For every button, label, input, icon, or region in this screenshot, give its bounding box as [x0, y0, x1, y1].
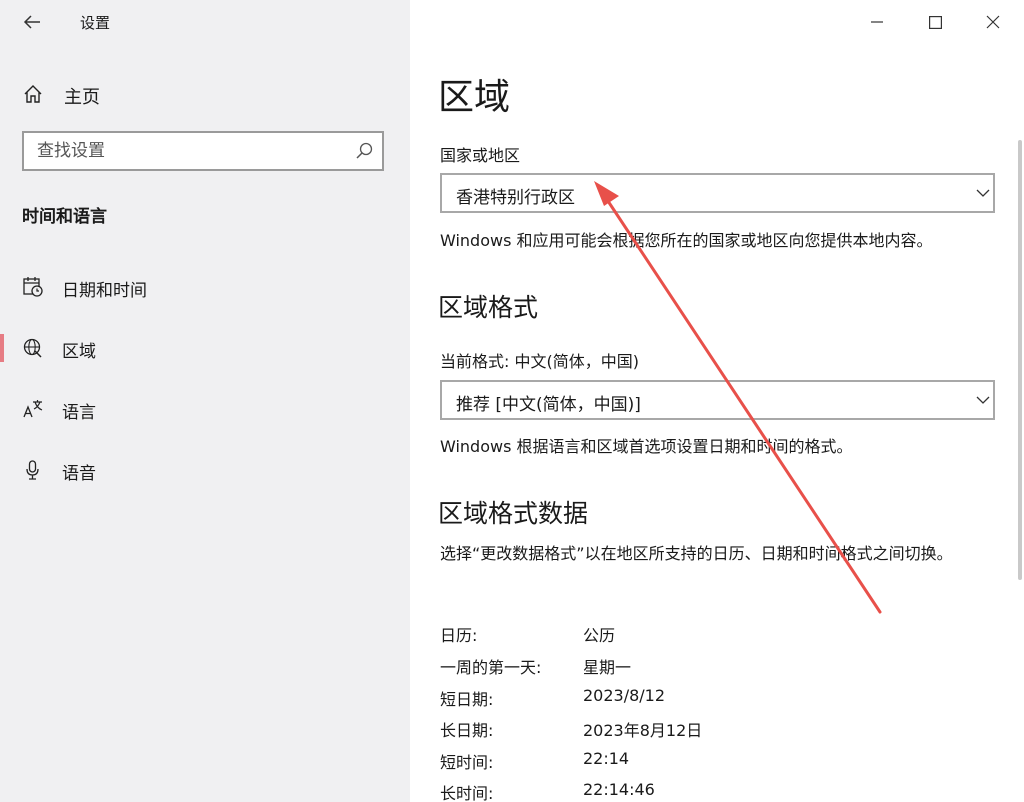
home-icon [24, 85, 42, 103]
row-key: 一周的第一天: [440, 658, 542, 677]
selection-indicator [0, 334, 4, 362]
main-content: 区域 国家或地区 香港特别行政区 Windows 和应用可能会根据您所在的国家或… [410, 0, 1024, 802]
globe-region-icon [23, 338, 42, 358]
sidebar: 设置 主页 时间和语言 日期和时间 [0, 0, 410, 802]
row-value: 星期一 [583, 658, 632, 677]
row-value: 22:14 [583, 749, 630, 768]
format-section-title: 区域格式 [438, 293, 539, 322]
back-button[interactable] [14, 6, 50, 38]
short-time-row: 短时间: 22:14 [440, 749, 1000, 779]
country-description: Windows 和应用可能会根据您所在的国家或地区向您提供本地内容。 [440, 231, 933, 250]
search-icon[interactable] [354, 141, 374, 161]
row-value: 2023年8月12日 [583, 721, 703, 740]
sidebar-item-date-time[interactable]: 日期和时间 [0, 265, 410, 309]
close-icon [986, 15, 1000, 29]
row-key: 长时间: [440, 784, 494, 802]
language-icon [23, 400, 43, 418]
format-value: 推荐 [中文(简体，中国)] [456, 395, 641, 415]
format-data-description: 选择“更改数据格式”以在地区所支持的日历、日期和时间格式之间切换。 [440, 544, 953, 563]
search-box[interactable] [22, 131, 384, 171]
current-format-label: 当前格式: 中文(简体，中国) [440, 352, 639, 371]
country-label: 国家或地区 [440, 146, 521, 165]
sidebar-item-label: 日期和时间 [62, 281, 147, 301]
row-key: 短日期: [440, 690, 494, 709]
page-title: 区域 [438, 77, 511, 118]
sidebar-item-home[interactable]: 主页 [0, 74, 410, 114]
sidebar-item-speech[interactable]: 语音 [0, 448, 410, 492]
sidebar-item-label: 语音 [62, 464, 96, 484]
sidebar-item-label: 语言 [62, 403, 96, 423]
calendar-clock-icon [23, 277, 43, 297]
settings-window: 设置 主页 时间和语言 日期和时间 [0, 0, 1024, 802]
home-label: 主页 [64, 87, 100, 108]
sidebar-item-region[interactable]: 区域 [0, 326, 410, 370]
minimize-icon [871, 21, 883, 23]
maximize-button[interactable] [906, 0, 964, 44]
sidebar-item-language[interactable]: 语言 [0, 387, 410, 431]
calendar-row: 日历: 公历 [440, 622, 1000, 652]
chevron-down-icon [976, 396, 990, 404]
search-input[interactable] [24, 133, 357, 169]
sidebar-item-label: 区域 [62, 342, 96, 362]
country-value: 香港特别行政区 [456, 188, 575, 208]
row-value: 公历 [583, 626, 616, 645]
short-date-row: 短日期: 2023/8/12 [440, 686, 1000, 716]
long-time-row: 长时间: 22:14:46 [440, 780, 1000, 802]
microphone-icon [26, 460, 39, 480]
back-arrow-icon [23, 15, 40, 29]
row-key: 长日期: [440, 721, 494, 740]
format-data-section-title: 区域格式数据 [438, 499, 589, 528]
format-description: Windows 根据语言和区域首选项设置日期和时间的格式。 [440, 437, 853, 456]
row-key: 日历: [440, 626, 478, 645]
row-value: 2023/8/12 [583, 686, 666, 705]
maximize-icon [928, 15, 942, 29]
first-day-of-week-row: 一周的第一天: 星期一 [440, 654, 1000, 684]
row-key: 短时间: [440, 753, 494, 772]
format-dropdown[interactable]: 推荐 [中文(简体，中国)] [440, 380, 995, 420]
row-value: 22:14:46 [583, 780, 655, 799]
country-dropdown[interactable]: 香港特别行政区 [440, 173, 995, 213]
close-button[interactable] [964, 0, 1022, 44]
chevron-down-icon [976, 189, 990, 197]
minimize-button[interactable] [848, 0, 906, 44]
section-heading: 时间和语言 [22, 207, 107, 227]
app-title: 设置 [80, 14, 111, 32]
titlebar-left: 设置 [0, 0, 410, 44]
scrollbar[interactable] [1018, 140, 1022, 580]
long-date-row: 长日期: 2023年8月12日 [440, 717, 1000, 747]
